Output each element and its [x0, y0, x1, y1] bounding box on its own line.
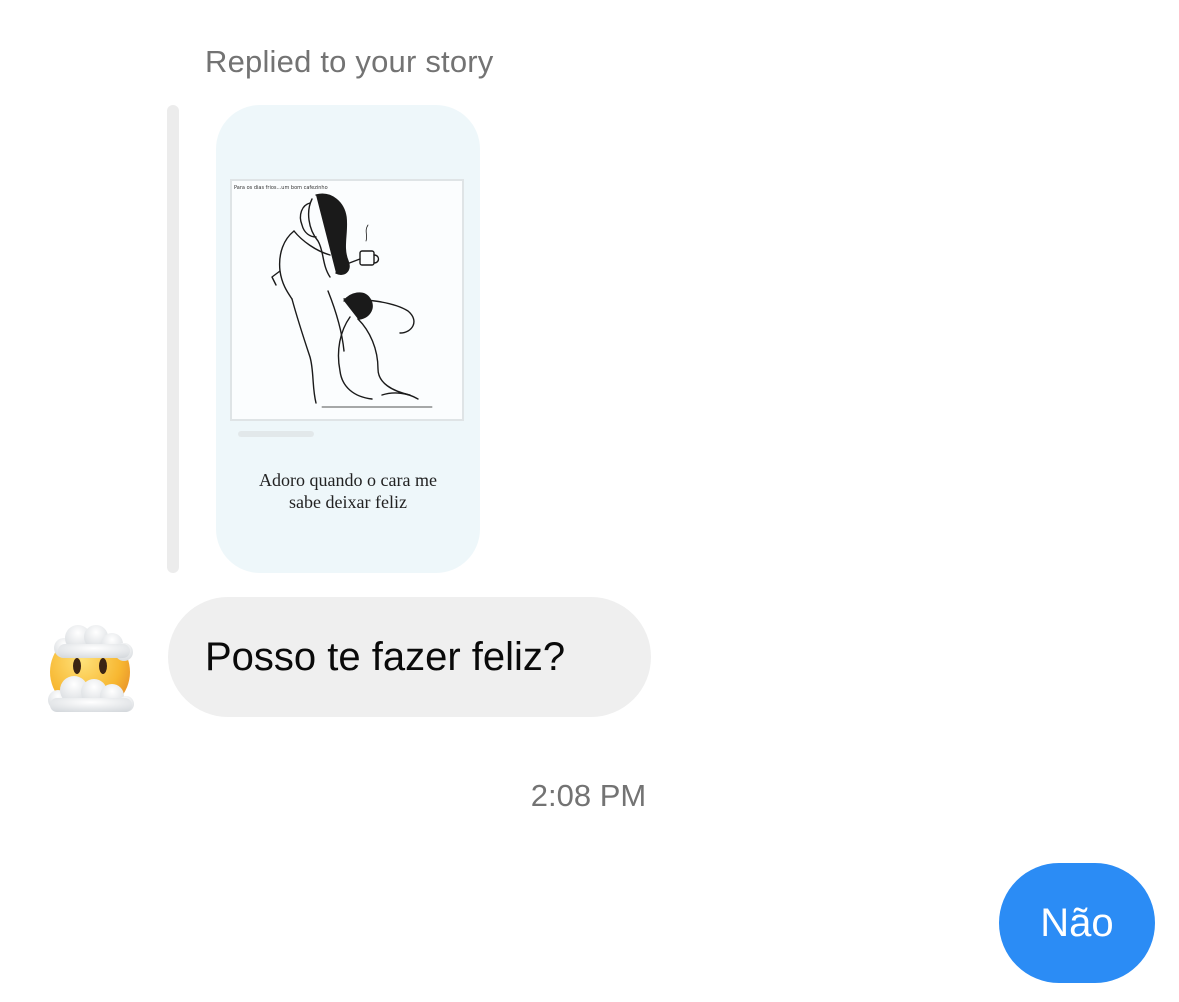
story-caption: Adoro quando o cara me sabe deixar feliz [216, 469, 480, 513]
reply-context-label: Replied to your story [205, 44, 494, 79]
outgoing-message-bubble[interactable]: Não [999, 863, 1155, 983]
story-frame-title: Para os dias frios...um bom cafezinho [234, 185, 328, 191]
outgoing-message-text: Não [1040, 900, 1114, 945]
story-image: Para os dias frios...um bom cafezinho [230, 179, 464, 421]
story-illustration [271, 193, 433, 408]
incoming-message-bubble[interactable]: Posso te fazer feliz? [168, 597, 651, 717]
reply-quote-bar [167, 105, 179, 573]
incoming-message-text: Posso te fazer feliz? [205, 634, 566, 679]
story-caption-line: Adoro quando o cara me [259, 470, 437, 490]
timestamp-text: 2:08 PM [530, 778, 647, 813]
story-blurred-credit [238, 431, 314, 437]
story-caption-line: sabe deixar feliz [289, 492, 407, 512]
story-preview-card[interactable]: Para os dias frios...um bom cafezinho Ad… [216, 105, 480, 573]
message-timestamp: 2:08 PM [0, 778, 1179, 814]
face-in-clouds-emoji-icon[interactable] [44, 624, 136, 716]
chat-thread: Replied to your story Para os dias frios… [0, 0, 1179, 1002]
